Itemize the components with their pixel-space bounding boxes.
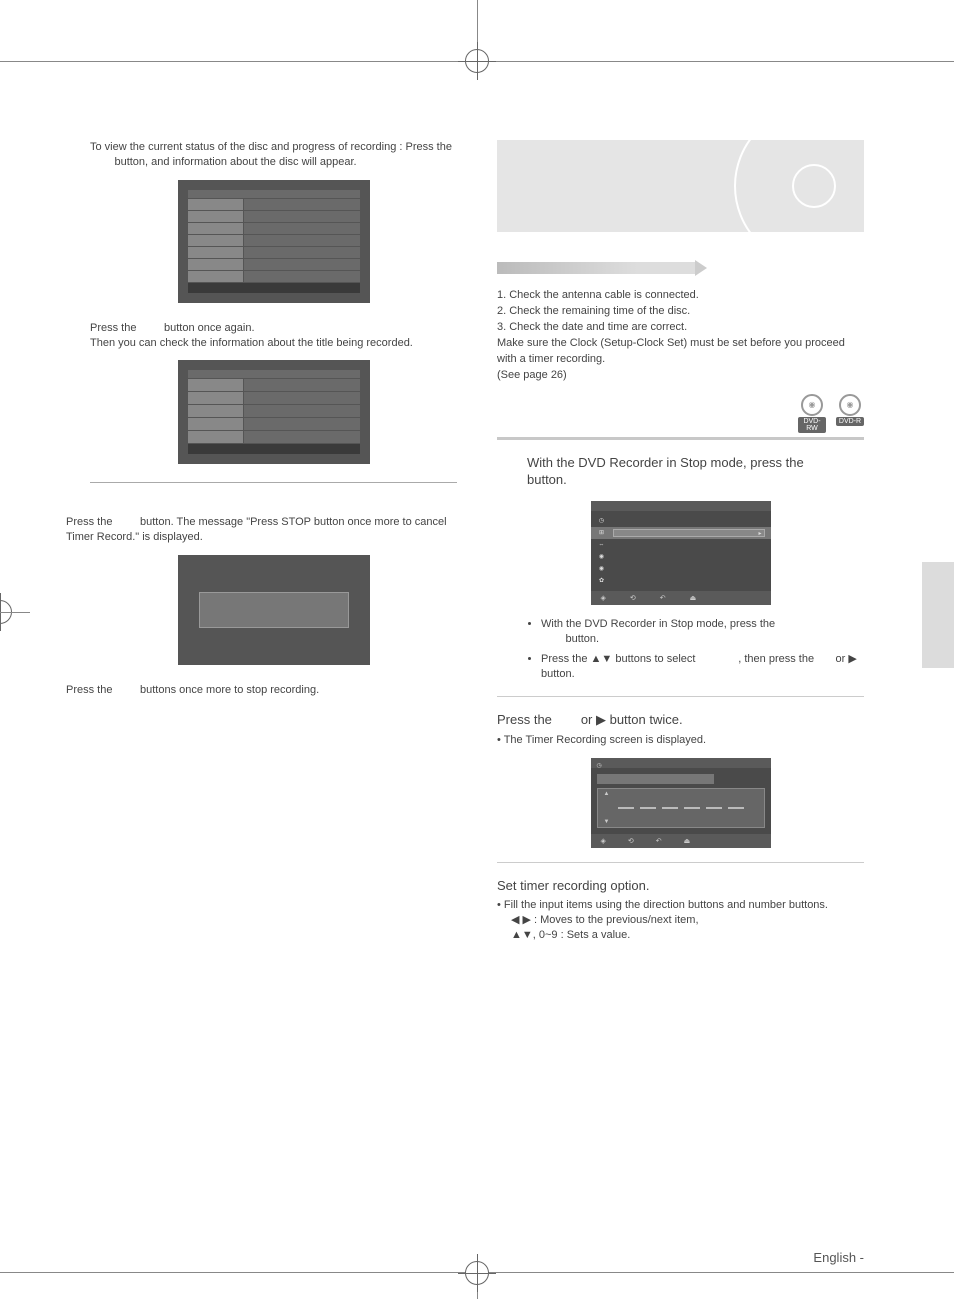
list-item: Press the ▲▼ buttons to select , then pr… — [541, 652, 864, 683]
chevron-up-icon: ▲ — [604, 791, 610, 797]
page-footer: English - — [813, 1250, 864, 1265]
nav-hint-icon: ⟲ — [630, 594, 636, 602]
separator — [90, 482, 457, 483]
button-placeholder — [116, 516, 137, 528]
arrow-strip-icon — [497, 262, 697, 274]
nav-hint-icon: ◈ — [601, 837, 606, 845]
text: With the DVD Recorder in Stop mode, pres… — [541, 618, 775, 630]
crop-mark — [0, 612, 30, 613]
disc-type-badges: ◉ DVD-RW ◉ DVD-R — [497, 394, 864, 433]
disc-icon: ◉ — [801, 394, 823, 416]
button-placeholder — [817, 653, 832, 665]
menu-selection: ▸ — [613, 529, 765, 537]
text: With the DVD Recorder in Stop mode, pres… — [527, 455, 807, 470]
left-column: To view the current status of the disc a… — [90, 140, 457, 943]
text: Press the — [66, 516, 116, 528]
text: buttons once more to stop recording. — [137, 684, 319, 696]
note-text: (See page 26) — [497, 368, 864, 384]
note-text: Make sure the Clock (Setup-Clock Set) mu… — [497, 336, 864, 368]
step-3-body: • Fill the input items using the directi… — [497, 898, 864, 943]
button-placeholder — [807, 455, 840, 470]
badge-label: DVD-RW — [798, 417, 826, 433]
separator — [497, 862, 864, 863]
osd-screenshot-menu: ◷ ⊞ ▸ ⇔ ◉ ◉ ✿ ◈ ⟲ ↶ ⏏ — [591, 501, 771, 605]
button-placeholder — [140, 322, 161, 334]
separator — [497, 696, 864, 697]
chevron-down-icon: ▼ — [604, 819, 610, 825]
nav-icon: ⇔ — [597, 542, 607, 548]
stop-message-paragraph: Press the button. The message "Press STO… — [66, 515, 457, 545]
osd-screenshot-disc-info — [178, 180, 370, 303]
text: button. — [562, 633, 599, 645]
button-placeholder — [556, 712, 578, 727]
page-content: To view the current status of the disc a… — [30, 62, 924, 1271]
text: To view the current status of the disc a… — [90, 141, 452, 153]
text: , then press the — [738, 653, 817, 665]
text: • Fill the input items using the directi… — [505, 898, 864, 913]
crop-mark — [478, 1272, 954, 1273]
disc-icon: ◉ — [597, 553, 607, 560]
message-box — [199, 592, 349, 628]
list-item: 1. Check the antenna cable is connected. — [497, 288, 864, 304]
clock-icon: ◷ — [597, 517, 607, 524]
dvd-rw-badge: ◉ DVD-RW — [798, 394, 826, 433]
text: button. — [527, 472, 567, 487]
section-tab — [922, 562, 954, 668]
crop-mark — [0, 1272, 476, 1273]
disc-icon — [734, 140, 864, 232]
text: Then you can check the information about… — [90, 337, 413, 349]
text: Press the — [66, 684, 116, 696]
nav-hint-icon: ↶ — [660, 594, 666, 602]
button-placeholder — [90, 156, 111, 168]
gear-icon: ✿ — [597, 577, 607, 584]
list-icon: ⊞ — [597, 529, 607, 536]
osd-screenshot-stop-message — [178, 555, 370, 665]
text: Press the ▲▼ buttons to select — [541, 653, 699, 665]
text: button once again. — [161, 322, 255, 334]
disc-status-paragraph: To view the current status of the disc a… — [90, 140, 457, 170]
text: or ▶ button twice. — [577, 712, 682, 727]
text: ◀ ▶ : Moves to the previous/next item, — [511, 913, 864, 928]
section-banner — [497, 140, 864, 232]
clock-icon: ◷ — [591, 763, 602, 769]
stop-again-paragraph: Press the buttons once more to stop reco… — [66, 683, 457, 698]
title-info-paragraph: Press the button once again. Then you ca… — [90, 321, 457, 351]
badge-label: DVD-R — [836, 417, 864, 426]
list-item: With the DVD Recorder in Stop mode, pres… — [541, 617, 864, 648]
nav-hint-icon: ↶ — [656, 837, 662, 845]
dvd-r-badge: ◉ DVD-R — [836, 394, 864, 433]
text: Press the — [497, 712, 556, 727]
step-1-notes: With the DVD Recorder in Stop mode, pres… — [527, 617, 864, 683]
prerequisites-list: 1. Check the antenna cable is connected.… — [497, 288, 864, 384]
disc-icon: ◉ — [839, 394, 861, 416]
text: button, and information about the disc w… — [111, 156, 356, 168]
step-2-sub: • The Timer Recording screen is displaye… — [497, 733, 864, 748]
osd-screenshot-title-info — [178, 360, 370, 464]
list-item: 2. Check the remaining time of the disc. — [497, 304, 864, 320]
button-placeholder — [116, 684, 137, 696]
text: Press the — [90, 322, 140, 334]
nav-hint-icon: ⏏ — [690, 594, 697, 602]
nav-hint-icon: ◈ — [601, 594, 606, 602]
nav-hint-icon: ⏏ — [684, 837, 691, 845]
text: ▲▼, 0~9 : Sets a value. — [511, 928, 864, 943]
step-3-heading: Set timer recording option. — [497, 877, 864, 895]
step-1-heading: With the DVD Recorder in Stop mode, pres… — [527, 454, 864, 489]
nav-hint-icon: ⟲ — [628, 837, 634, 845]
separator — [497, 437, 864, 440]
osd-screenshot-timer: ◷ ▲ ▼ ◈ ⟲ ↶ ⏏ — [591, 758, 771, 848]
right-column: 1. Check the antenna cable is connected.… — [497, 140, 864, 943]
step-2-heading: Press the or ▶ button twice. — [497, 711, 864, 729]
list-item: 3. Check the date and time are correct. — [497, 320, 864, 336]
blank-placeholder — [699, 653, 739, 665]
record-icon: ◉ — [597, 565, 607, 572]
